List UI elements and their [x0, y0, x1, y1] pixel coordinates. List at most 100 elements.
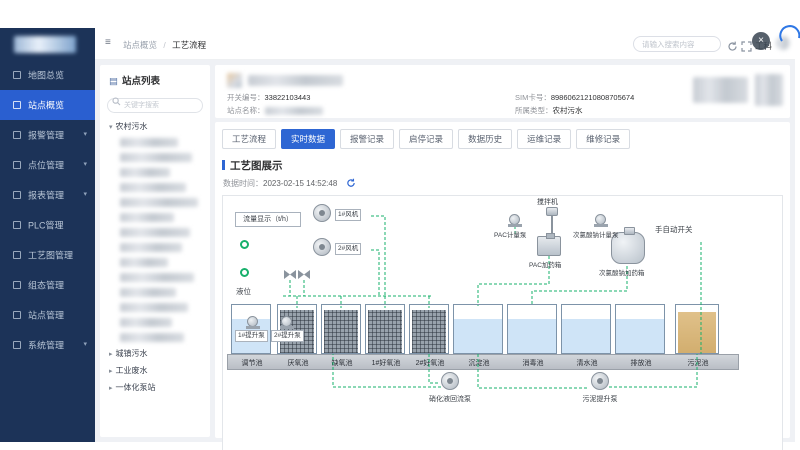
mixer-label: 搅拌机: [537, 197, 558, 207]
sidebar-item-点位管理[interactable]: 点位管理▾: [0, 150, 95, 180]
app-root: 地图总览站点概览报警管理▾点位管理▾报表管理▾PLC管理工艺图管理组态管理站点管…: [0, 0, 800, 450]
chevron-down-icon: ▾: [83, 180, 87, 210]
flow-display-box: 流量显示（t/h）: [235, 212, 301, 227]
chevron-down-icon: ▾: [83, 330, 87, 360]
site-group-城镇污水[interactable]: ▸城镇污水: [109, 348, 210, 359]
tank-缺氧池: [321, 304, 361, 354]
station-type-label: 所属类型：: [515, 106, 553, 115]
site-tree-item-blurred[interactable]: [120, 198, 198, 207]
site-tree-root[interactable]: ▾农村污水: [109, 121, 210, 132]
sidebar-item-站点概览[interactable]: 站点概览: [0, 90, 95, 120]
site-tree-item-blurred[interactable]: [120, 168, 170, 177]
tank-污泥池: [675, 304, 719, 354]
tank-label: 厌氧池: [288, 358, 309, 368]
site-tree-item-blurred[interactable]: [120, 243, 182, 252]
tank-label: 沉淀池: [469, 358, 490, 368]
flow-status-light: [240, 240, 249, 249]
floating-widget-arc: [777, 21, 800, 47]
fan-1-label: 1#风机: [335, 209, 361, 221]
site-tree-item-blurred[interactable]: [120, 258, 168, 267]
level-status-light: [240, 268, 249, 277]
sidebar-item-label: 地图总览: [28, 71, 64, 81]
content-area: ▤站点列表 ▾农村污水 ▸城镇污水▸工业废水▸一体化泵站 开关编号：338221…: [95, 60, 795, 442]
sidebar-item-label: 系统管理: [28, 341, 64, 351]
menu-icon: [13, 71, 21, 79]
tank-fill: [508, 319, 556, 353]
sim-label: SIM卡号：: [515, 93, 551, 102]
breadcrumb-separator: /: [163, 40, 165, 50]
switch-number-value: 33822103443: [265, 93, 311, 102]
sidebar-item-报表管理[interactable]: 报表管理▾: [0, 180, 95, 210]
chevron-right-icon: ▸: [109, 368, 113, 375]
tank-label: 污泥池: [688, 358, 709, 368]
site-tree-item-blurred[interactable]: [120, 183, 186, 192]
station-type-value: 农村污水: [553, 106, 583, 115]
tab-工艺流程[interactable]: 工艺流程: [222, 129, 276, 149]
sidebar-item-工艺图管理[interactable]: 工艺图管理: [0, 240, 95, 270]
site-list-panel: ▤站点列表 ▾农村污水 ▸城镇污水▸工业废水▸一体化泵站: [100, 65, 210, 437]
switch-number-label: 开关编号：: [227, 93, 265, 102]
pac-pump-label: PAC计量泵: [494, 229, 526, 239]
tank-label: 缺氧池: [332, 358, 353, 368]
breadcrumb-parent[interactable]: 站点概览: [123, 40, 157, 50]
site-group-一体化泵站[interactable]: ▸一体化泵站: [109, 382, 210, 393]
tab-维修记录[interactable]: 维修记录: [576, 129, 630, 149]
site-tree-item-blurred[interactable]: [120, 318, 172, 327]
tab-启停记录[interactable]: 启停记录: [399, 129, 453, 149]
lift-pump-1-label: 1#提升泵: [235, 330, 268, 342]
tank-fill: [678, 312, 716, 353]
site-group-label: 一体化泵站: [116, 383, 156, 392]
fan-2-icon: [313, 238, 331, 256]
sidebar: 地图总览站点概览报警管理▾点位管理▾报表管理▾PLC管理工艺图管理组态管理站点管…: [0, 28, 95, 442]
refresh-icon[interactable]: [727, 39, 738, 57]
site-tree-item-blurred[interactable]: [120, 273, 194, 282]
site-tree-item-blurred[interactable]: [120, 138, 178, 147]
sidebar-item-组态管理[interactable]: 组态管理: [0, 270, 95, 300]
site-tree-item-blurred[interactable]: [120, 333, 184, 342]
sidebar-item-地图总览[interactable]: 地图总览: [0, 60, 95, 90]
data-refresh-icon[interactable]: [346, 181, 356, 190]
tank-沉淀池: [453, 304, 503, 354]
pac-tank-label: PAC加药箱: [529, 259, 561, 269]
chevron-right-icon: ▸: [109, 351, 113, 358]
tank-label: 消毒池: [523, 358, 544, 368]
search-input[interactable]: [633, 36, 721, 52]
tab-数据历史[interactable]: 数据历史: [458, 129, 512, 149]
sidebar-item-PLC管理[interactable]: PLC管理: [0, 210, 95, 240]
tank-platform: 调节池厌氧池缺氧池1#好氧池2#好氧池沉淀池消毒池清水池排放池污泥池: [227, 354, 739, 370]
site-tree-item-blurred[interactable]: [120, 153, 192, 162]
site-search-input[interactable]: [107, 98, 203, 113]
sidebar-item-报警管理[interactable]: 报警管理▾: [0, 120, 95, 150]
menu-icon: [13, 281, 21, 289]
station-header-card: 开关编号：33822103443 SIM卡号：89860621210808705…: [215, 65, 790, 118]
site-tree-item-blurred[interactable]: [120, 288, 176, 297]
sidebar-item-站点管理[interactable]: 站点管理: [0, 300, 95, 330]
pac-tank-icon: [537, 236, 561, 256]
tank-fill: [324, 310, 358, 353]
tank-fill: [562, 319, 610, 353]
site-tree: ▾农村污水 ▸城镇污水▸工业废水▸一体化泵站: [100, 113, 210, 393]
site-tree-item-blurred[interactable]: [120, 303, 188, 312]
site-group-工业废水[interactable]: ▸工业废水: [109, 365, 210, 376]
naclo-pump-icon: [595, 214, 606, 225]
tank-排放池: [615, 304, 665, 354]
site-tree-item-blurred[interactable]: [120, 213, 174, 222]
sidebar-collapse-icon[interactable]: ≡: [105, 37, 111, 48]
sidebar-item-label: 站点管理: [28, 311, 64, 321]
section-title: 工艺图展示: [222, 158, 790, 173]
fullscreen-icon[interactable]: [741, 39, 752, 57]
naclo-pump-label: 次氯酸钠计量泵: [573, 229, 619, 239]
tab-运维记录[interactable]: 运维记录: [517, 129, 571, 149]
tank-label: 调节池: [242, 358, 263, 368]
site-tree-item-blurred[interactable]: [120, 228, 190, 237]
menu-icon: [13, 341, 21, 349]
lift-pump-2-icon: [281, 316, 292, 327]
close-button[interactable]: ×: [752, 32, 770, 50]
sidebar-item-系统管理[interactable]: 系统管理 ▾: [0, 330, 95, 360]
section-accent-bar: [222, 160, 225, 170]
sim-field: SIM卡号：89860621210808705674: [515, 92, 634, 103]
breadcrumb: 站点概览 / 工艺流程: [123, 39, 206, 51]
station-name-field: 站点名称：: [227, 105, 323, 116]
tab-报警记录[interactable]: 报警记录: [340, 129, 394, 149]
tab-实时数据[interactable]: 实时数据: [281, 129, 335, 149]
